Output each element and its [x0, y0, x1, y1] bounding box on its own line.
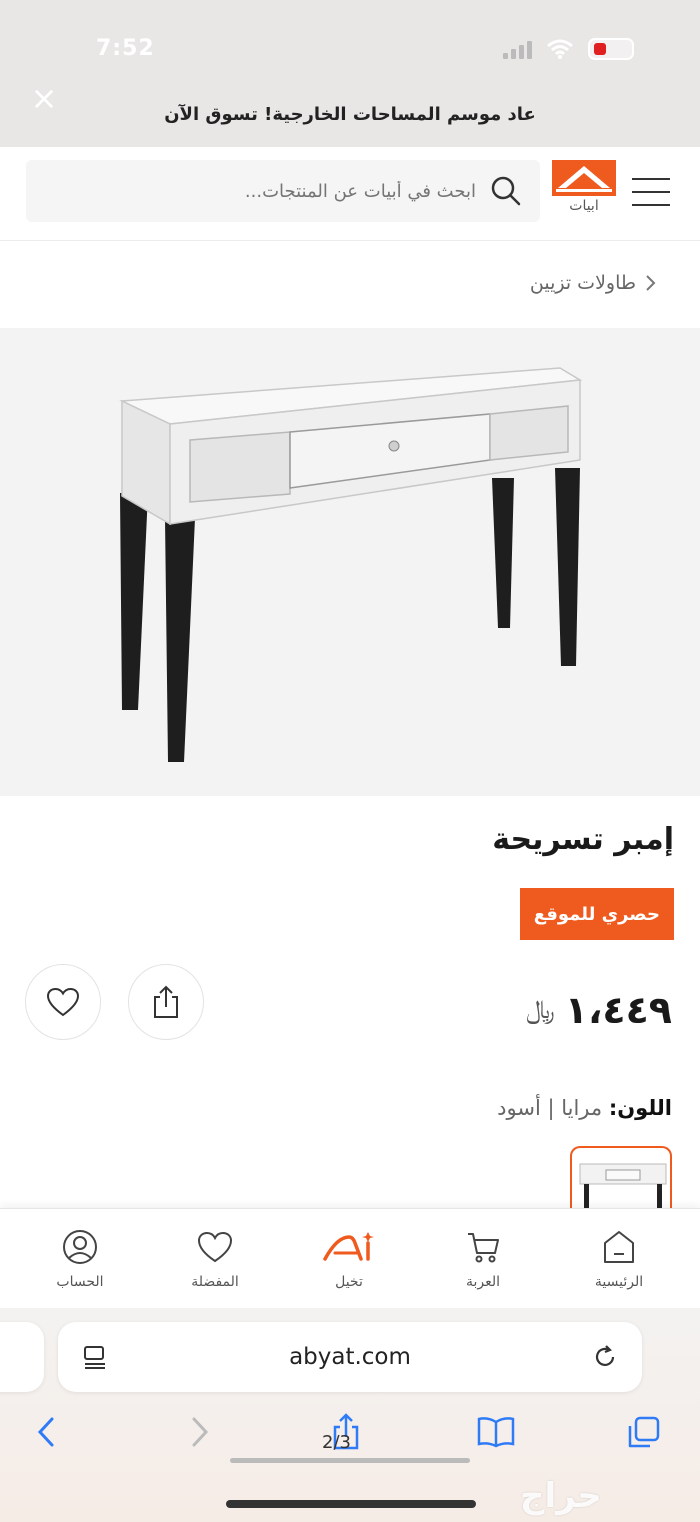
heart-icon	[46, 987, 80, 1017]
currency-symbol: ﷼	[525, 994, 555, 1025]
promo-text[interactable]: عاد موسم المساحات الخارجية! تسوق الآن	[120, 104, 580, 125]
color-value: مرايا | أسود	[497, 1096, 603, 1120]
previous-tab-preview[interactable]	[0, 1322, 44, 1392]
page-menu-icon[interactable]	[82, 1344, 108, 1370]
search-icon[interactable]	[486, 171, 526, 211]
account-icon	[63, 1230, 97, 1264]
cart-icon	[468, 1233, 499, 1263]
watermark-logo: حراج	[520, 1476, 602, 1516]
share-button[interactable]	[128, 964, 204, 1040]
ai-icon	[323, 1232, 374, 1261]
nav-home[interactable]: الرئيسية	[564, 1226, 674, 1290]
logo-mark-icon	[552, 160, 616, 196]
nav-imagine[interactable]: تخيل	[294, 1226, 404, 1290]
share-icon	[154, 985, 178, 1018]
chevron-right-icon	[192, 1417, 209, 1447]
wishlist-button[interactable]	[25, 964, 101, 1040]
chevron-left-icon	[37, 1417, 54, 1447]
promo-close-button[interactable]: ×	[28, 82, 60, 114]
address-bar[interactable]: abyat.com	[58, 1322, 642, 1392]
back-button[interactable]	[24, 1410, 68, 1454]
home-icon	[604, 1231, 634, 1263]
scroll-indicator	[230, 1458, 470, 1463]
nav-favorites[interactable]: المفضلة	[160, 1226, 270, 1290]
breadcrumb[interactable]: طاولات تزيين	[530, 272, 656, 294]
nav-home-label: الرئيسية	[594, 1274, 644, 1290]
nav-account[interactable]: الحساب	[25, 1226, 135, 1290]
signal-icon	[503, 39, 532, 59]
tabs-button[interactable]	[622, 1410, 666, 1454]
heart-icon	[197, 1231, 233, 1263]
breadcrumb-label: طاولات تزيين	[529, 272, 636, 294]
logo-text: ابيات	[569, 198, 599, 214]
page-count: 2/3	[322, 1432, 351, 1453]
product-title: إمبر تسريحة	[492, 822, 674, 857]
console-table-image	[119, 367, 583, 762]
product-image[interactable]	[0, 328, 700, 796]
color-selector-label: اللون: مرايا | أسود	[497, 1096, 672, 1120]
color-swatch-selected[interactable]	[570, 1146, 672, 1216]
book-icon	[477, 1417, 515, 1448]
exclusive-badge: حصري للموقع	[519, 888, 674, 940]
nav-favorites-label: المفضلة	[191, 1274, 239, 1290]
color-label: اللون:	[608, 1096, 672, 1120]
price-value: ١،٤٤٩	[564, 988, 672, 1032]
status-icons	[503, 38, 634, 60]
search-input[interactable]	[76, 180, 476, 202]
abyat-logo[interactable]: ابيات	[552, 160, 616, 218]
bookmarks-button[interactable]	[474, 1410, 518, 1454]
battery-icon	[588, 38, 634, 60]
url-text[interactable]: abyat.com	[289, 1344, 411, 1370]
search-bar[interactable]	[26, 160, 540, 222]
swatch-thumbnail	[579, 1163, 667, 1216]
home-indicator	[226, 1500, 476, 1508]
chevron-back-icon	[646, 275, 656, 291]
nav-cart-label: العربة	[465, 1274, 501, 1290]
reload-icon[interactable]	[592, 1344, 618, 1370]
status-time: 7:52	[96, 36, 155, 61]
wifi-icon	[547, 39, 573, 59]
tabs-icon	[628, 1416, 660, 1448]
forward-button[interactable]	[178, 1410, 222, 1454]
price: ١،٤٤٩ ﷼	[526, 988, 672, 1032]
nav-imagine-label: تخيل	[335, 1274, 363, 1290]
nav-cart[interactable]: العربة	[428, 1226, 538, 1290]
nav-account-label: الحساب	[56, 1274, 104, 1290]
menu-icon[interactable]	[632, 178, 670, 206]
